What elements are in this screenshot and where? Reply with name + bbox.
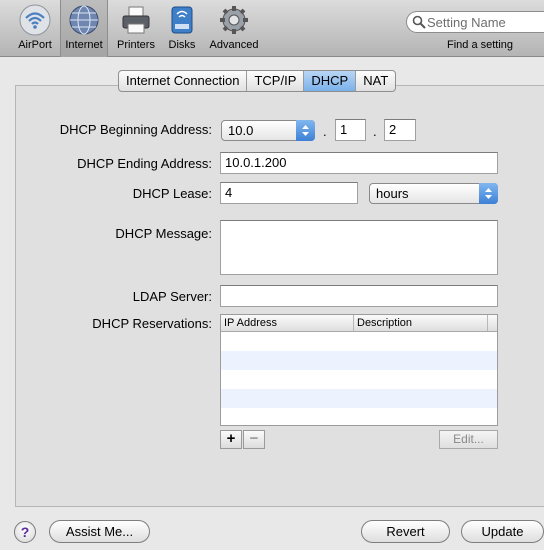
toolbar-advanced-label: Advanced [209, 39, 259, 51]
toolbar-internet-label: Internet [65, 39, 103, 51]
search-field[interactable] [406, 11, 544, 33]
tab-tcpip[interactable]: TCP/IP [247, 71, 305, 91]
toolbar-airport[interactable]: AirPort [10, 0, 60, 57]
disk-icon [166, 4, 198, 36]
table-row[interactable] [221, 389, 497, 408]
toolbar-printers[interactable]: Printers [112, 0, 160, 57]
dhcp-message-field[interactable] [220, 220, 498, 275]
toolbar: AirPort Internet Printers Disks Advanced… [0, 0, 544, 57]
search-input[interactable] [427, 13, 543, 31]
dhcp-lease-field[interactable]: 4 [220, 182, 358, 204]
address-dot: . [323, 124, 327, 139]
airport-wifi-icon [19, 4, 51, 36]
dhcp-beginning-octet4-field[interactable]: 2 [384, 119, 416, 141]
address-dot: . [373, 124, 377, 139]
reservations-table[interactable]: IP Address Description [220, 314, 498, 426]
dhcp-ending-label: DHCP Ending Address: [77, 156, 212, 171]
dhcp-reservations-label: DHCP Reservations: [92, 316, 212, 331]
dhcp-lease-unit-popup[interactable]: hours [369, 183, 498, 204]
dhcp-ending-field[interactable]: 10.0.1.200 [220, 152, 498, 174]
printer-icon [120, 4, 152, 36]
table-header: IP Address Description [221, 315, 497, 332]
gear-icon [218, 4, 250, 36]
find-setting-caption: Find a setting [447, 39, 514, 51]
tab-internet-connection[interactable]: Internet Connection [119, 71, 248, 91]
column-ip-address[interactable]: IP Address [221, 315, 354, 331]
dhcp-lease-label: DHCP Lease: [132, 186, 212, 201]
search-icon [412, 15, 426, 29]
tab-nat[interactable]: NAT [356, 71, 395, 91]
assist-me-button[interactable]: Assist Me... [49, 520, 150, 543]
toolbar-airport-label: AirPort [18, 39, 52, 51]
toolbar-disks[interactable]: Disks [162, 0, 202, 57]
add-reservation-button[interactable]: + [220, 430, 242, 449]
table-row[interactable] [221, 370, 497, 389]
toolbar-disks-label: Disks [168, 39, 196, 51]
toolbar-printers-label: Printers [117, 39, 155, 51]
remove-reservation-button[interactable]: − [243, 430, 265, 449]
column-description[interactable]: Description [354, 315, 488, 331]
edit-reservation-button[interactable]: Edit... [439, 430, 498, 449]
table-row[interactable] [221, 332, 497, 351]
dhcp-beginning-prefix-popup[interactable]: 10.0 [221, 120, 315, 141]
update-button[interactable]: Update [461, 520, 544, 543]
dhcp-beginning-label: DHCP Beginning Address: [59, 122, 212, 137]
popup-arrows-icon [296, 120, 315, 141]
ldap-server-field[interactable] [220, 285, 498, 307]
dhcp-message-label: DHCP Message: [115, 226, 212, 241]
internet-globe-icon [68, 4, 100, 36]
popup-arrows-icon [479, 183, 498, 204]
dhcp-lease-unit-value: hours [376, 186, 409, 201]
ldap-server-label: LDAP Server: [132, 289, 212, 304]
tab-bar: Internet Connection TCP/IP DHCP NAT [118, 70, 397, 92]
help-button[interactable]: ? [14, 521, 36, 543]
tab-dhcp[interactable]: DHCP [304, 71, 357, 91]
toolbar-advanced[interactable]: Advanced [206, 0, 262, 57]
revert-button[interactable]: Revert [361, 520, 450, 543]
table-row[interactable] [221, 351, 497, 370]
dhcp-beginning-octet3-field[interactable]: 1 [335, 119, 366, 141]
toolbar-internet[interactable]: Internet [60, 0, 108, 57]
dhcp-beginning-prefix-value: 10.0 [228, 123, 254, 138]
table-row[interactable] [221, 408, 497, 427]
